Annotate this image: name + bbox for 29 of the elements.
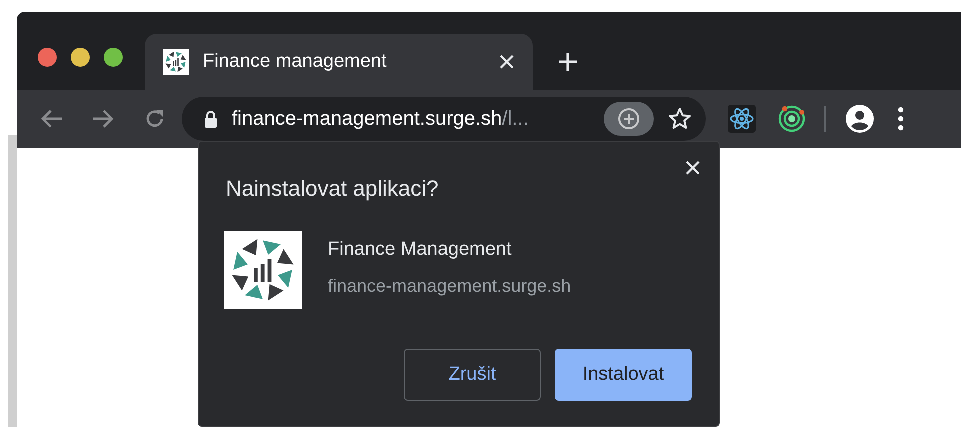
minimize-window-button[interactable] [71,48,90,67]
tab-title: Finance management [203,50,387,74]
app-logo-icon [224,231,302,309]
install-icon [618,108,640,130]
app-name: Finance Management [328,238,513,262]
target-icon[interactable] [778,105,806,133]
dialog-title: Nainstalovat aplikaci? [226,175,439,203]
menu-icon[interactable] [898,107,904,131]
browser-tab[interactable]: Finance management [145,34,533,90]
lock-icon [204,110,218,128]
new-tab-icon[interactable] [558,52,578,72]
star-icon[interactable] [668,107,692,131]
account-icon[interactable] [846,105,874,133]
url-host: finance-management.surge.sh [232,108,502,130]
cancel-button[interactable]: Zrušit [404,349,541,401]
close-icon[interactable] [685,160,701,176]
app-origin: finance-management.surge.sh [328,274,572,298]
address-bar[interactable]: finance-management.surge.sh/l... [182,97,706,141]
close-tab-icon[interactable] [499,54,515,70]
close-window-button[interactable] [38,48,57,67]
url-path: /l... [502,108,529,130]
forward-icon[interactable] [91,109,115,129]
back-icon[interactable] [40,109,64,129]
install-app-button[interactable] [604,102,654,136]
app-logo-icon [163,49,189,75]
zoom-window-button[interactable] [104,48,123,67]
reload-icon[interactable] [144,108,166,130]
atom-icon[interactable] [728,105,756,133]
install-button[interactable]: Instalovat [555,349,692,401]
